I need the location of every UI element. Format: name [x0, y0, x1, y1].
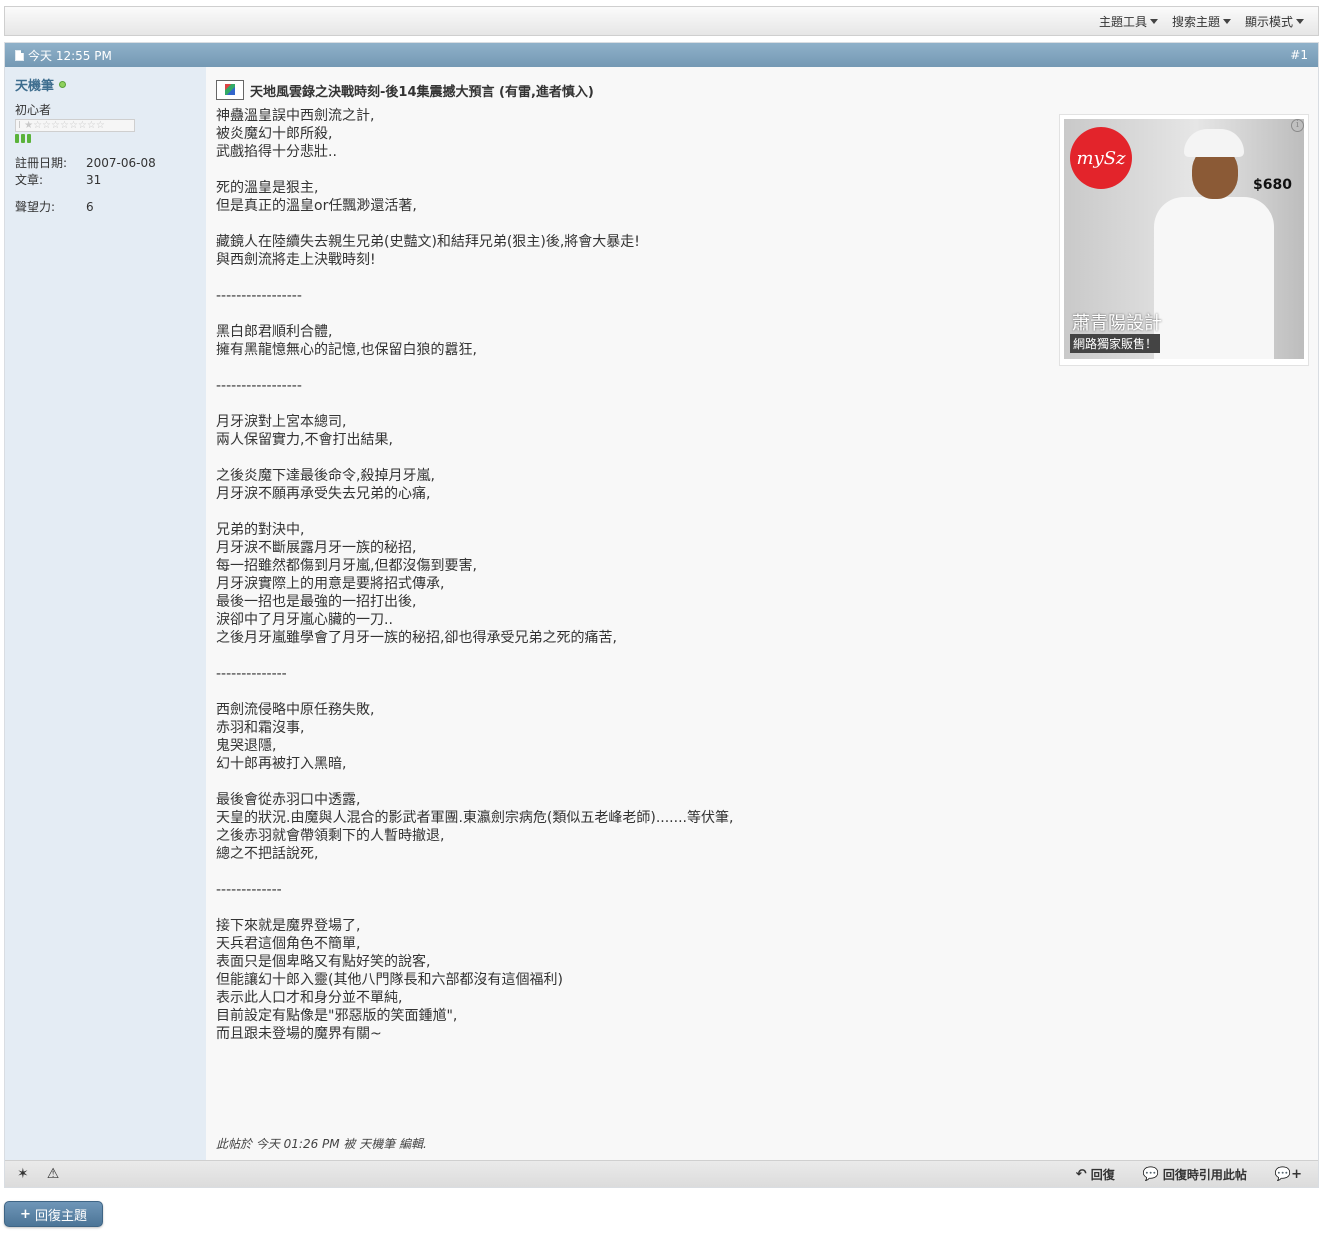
register-date-label: 註冊日期: — [15, 156, 68, 170]
thread-tools-label: 主題工具 — [1098, 14, 1147, 29]
search-thread-label: 搜索主題 — [1171, 14, 1220, 29]
post-icon — [216, 80, 244, 100]
register-date-value: 2007-06-08 — [86, 155, 156, 170]
rank-stars: I ★☆☆☆☆☆☆☆☆ — [18, 120, 105, 131]
post-count-value: 31 — [86, 172, 102, 187]
chevron-down-icon — [1222, 18, 1231, 24]
user-stats: 註冊日期: 2007-06-08 文章: 31 聲望力: 6 — [15, 154, 196, 215]
edit-note: 此帖於 今天 01:26 PM 被 天機筆 編輯. — [216, 1137, 427, 1151]
reply-thread-button[interactable]: + 回復主題 — [4, 1201, 103, 1227]
reply-label: 回復 — [1090, 1167, 1115, 1182]
multiquote-icon: 💬+ — [1274, 1166, 1302, 1182]
post-footer: ✶ ⚠ ↶ 回復 💬 回復時引用此帖 💬+ — [5, 1160, 1318, 1187]
rate-star-icon[interactable]: ✶ — [17, 1166, 29, 1182]
reply-link[interactable]: ↶ 回復 — [1076, 1166, 1115, 1183]
post-number-link[interactable]: #1 — [1290, 48, 1308, 62]
post-title-row: 天地風雲錄之決戰時刻-後14集震撼大預言 (有雷,進者慎入) — [216, 80, 1316, 100]
reputation-label: 聲望力: — [15, 200, 56, 214]
quote-reply-link[interactable]: 💬 回復時引用此帖 — [1143, 1166, 1247, 1183]
ad-image[interactable]: mySz $680 蕭青陽設計 網路獨家販售！ — [1064, 119, 1304, 359]
display-mode-label: 顯示模式 — [1244, 14, 1293, 29]
post-body: 神蠱溫皇誤中西劍流之計, 被炎魔幻十郎所殺, 武戲掐得十分悲壯.. 死的溫皇是狠… — [216, 108, 734, 1042]
search-thread-menu[interactable]: 搜索主題 — [1172, 13, 1231, 30]
quote-bubble-icon: 💬 — [1142, 1166, 1159, 1182]
ad-caption-sub: 網路獨家販售！ — [1070, 334, 1161, 353]
user-title: 初心者 — [15, 103, 52, 117]
reply-thread-label: 回復主題 — [34, 1208, 87, 1224]
post-header: 今天 12:55 PM #1 — [5, 43, 1318, 67]
thread-tools-menu[interactable]: 主題工具 — [1099, 13, 1158, 30]
ad-caption-main: 蕭青陽設計 — [1072, 313, 1162, 334]
post-count-label: 文章: — [15, 173, 44, 187]
reputation-value: 6 — [86, 199, 94, 214]
post: 今天 12:55 PM #1 天機筆 初心者 I ★☆☆☆☆☆☆☆☆ 註冊日期:… — [4, 42, 1319, 1188]
thread-toolbar: 主題工具 搜索主題 顯示模式 — [4, 6, 1319, 36]
ad-model-figure — [1154, 129, 1274, 359]
ad-logo: mySz — [1070, 127, 1132, 189]
user-info-panel: 天機筆 初心者 I ★☆☆☆☆☆☆☆☆ 註冊日期: 2007-06-08 文章:… — [5, 67, 206, 1162]
rank-stars-icon: I ★☆☆☆☆☆☆☆☆ — [15, 119, 135, 132]
post-title: 天地風雲錄之決戰時刻-後14集震撼大預言 (有雷,進者慎入) — [250, 84, 594, 100]
reputation-bars-icon — [15, 134, 196, 143]
reply-arrow-icon: ↶ — [1075, 1166, 1087, 1182]
plus-icon: + — [20, 1206, 31, 1222]
multiquote-button[interactable]: 💬+ — [1275, 1167, 1306, 1182]
username-link[interactable]: 天機筆 — [15, 75, 54, 94]
quote-reply-label: 回復時引用此帖 — [1162, 1167, 1247, 1182]
report-warning-icon[interactable]: ⚠ — [47, 1166, 60, 1182]
ad-price: $680 — [1253, 177, 1292, 193]
info-icon[interactable]: i — [1291, 119, 1304, 132]
chevron-down-icon — [1149, 18, 1158, 24]
display-mode-menu[interactable]: 顯示模式 — [1245, 13, 1304, 30]
post-date: 今天 12:55 PM — [28, 48, 112, 63]
document-icon — [15, 49, 24, 61]
online-status-icon — [59, 81, 67, 88]
advertisement[interactable]: mySz $680 蕭青陽設計 網路獨家販售！ i — [1059, 114, 1309, 366]
chevron-down-icon — [1296, 18, 1304, 24]
